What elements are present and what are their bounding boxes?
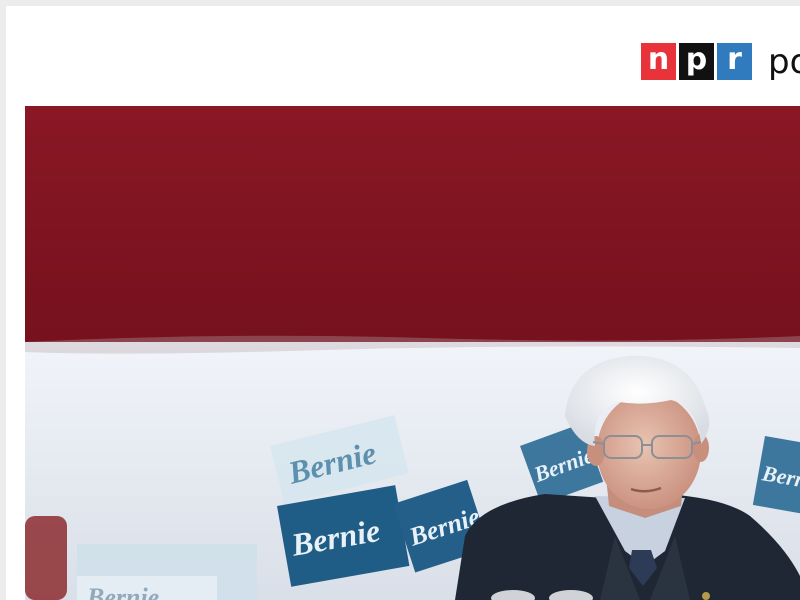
npr-logo-p: p bbox=[679, 43, 714, 80]
backdrop-red-band bbox=[25, 106, 800, 346]
section-label[interactable]: po bbox=[768, 42, 800, 82]
rally-photo-illustration: Bernie Bernie Bernie Bernie Bernie Berni… bbox=[25, 106, 800, 600]
lapel-pin bbox=[702, 592, 710, 600]
crowd-person-left bbox=[25, 516, 67, 600]
npr-logo[interactable]: n p r bbox=[641, 43, 752, 80]
sign-6: Bernie bbox=[77, 576, 217, 600]
site-header: n p r po bbox=[6, 6, 800, 106]
sign-6-text: Bernie bbox=[86, 583, 159, 600]
hero-photo: Bernie Bernie Bernie Bernie Bernie Berni… bbox=[25, 106, 800, 600]
article-page: n p r po Bernie Bernie Bernie Bernie Ber… bbox=[6, 6, 800, 600]
npr-logo-r: r bbox=[717, 43, 752, 80]
npr-logo-n: n bbox=[641, 43, 676, 80]
